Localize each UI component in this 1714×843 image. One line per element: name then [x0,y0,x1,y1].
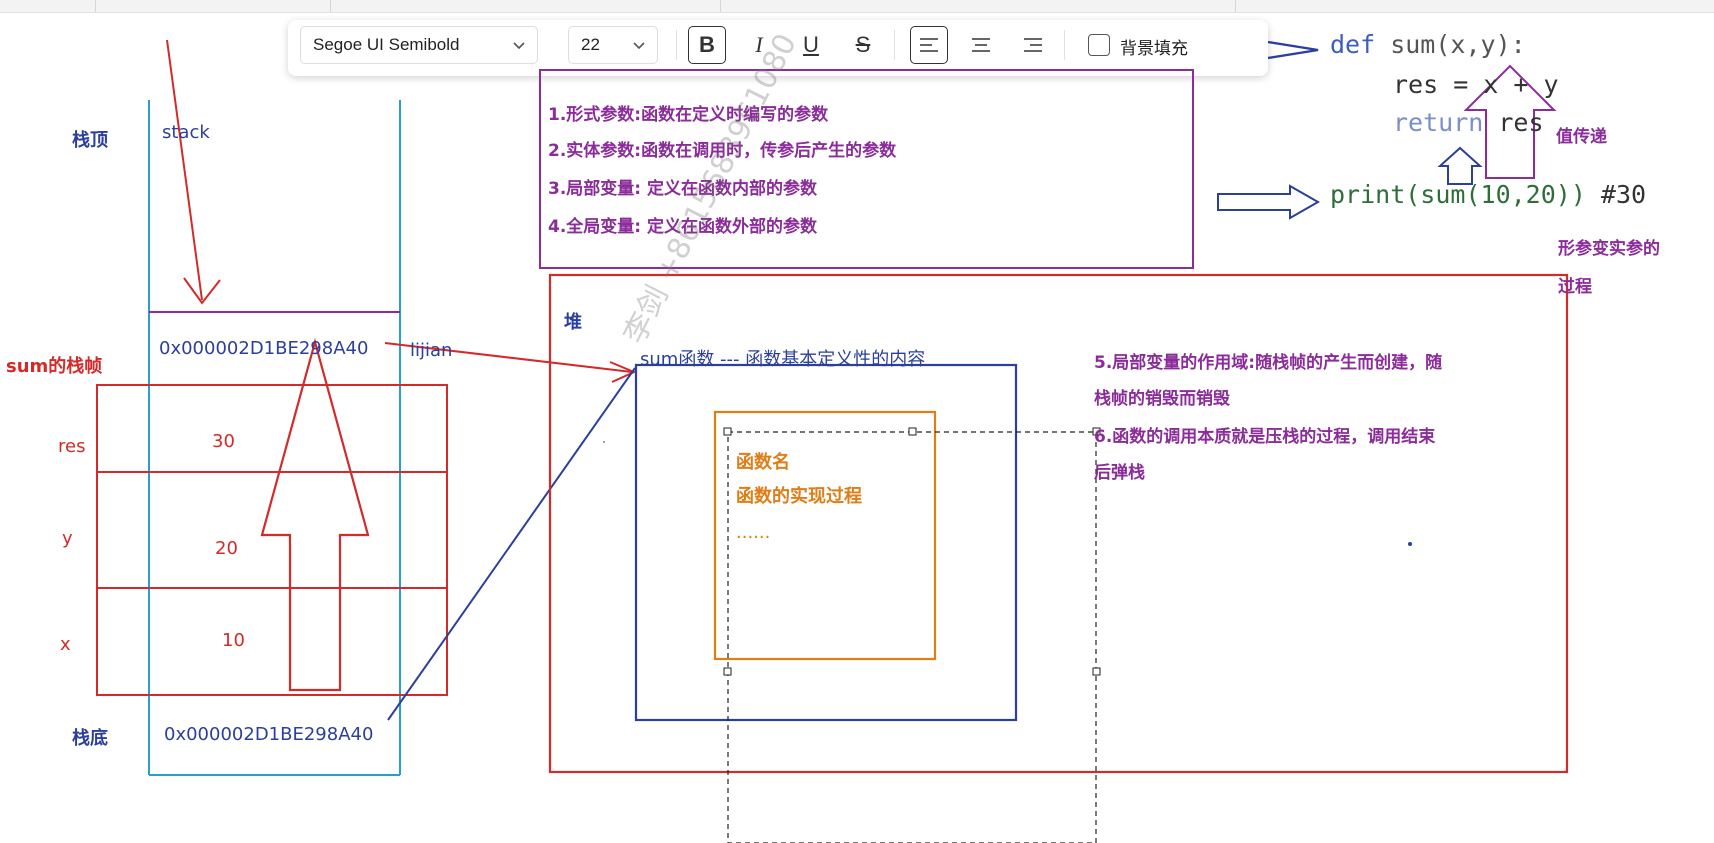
row-value-res: 30 [212,431,235,452]
code-line-print: print(sum(10,20)) #30 [1330,180,1646,209]
row-name-res: res [58,436,86,457]
stack-bottom-address: 0x000002D1BE298A40 [164,724,374,745]
param-process-label-2: 过程 [1558,277,1592,297]
bottom-address-link [387,367,636,721]
code-line-def: def sum(x,y): [1330,30,1526,59]
param-process-label-1: 形参变实参的 [1558,239,1660,259]
stack-frame-label: sum的栈帧 [6,356,103,377]
function-box [634,363,1018,722]
function-ellipsis: ...... [736,522,771,543]
note-scope-line1: 5.局部变量的作用域:随栈帧的产生而创建，随 [1094,353,1443,373]
def-signature: sum(x,y): [1375,30,1526,59]
row-name-y: y [62,528,73,549]
lijian-label: lijian [410,340,453,361]
code-line-return: return res [1393,108,1544,137]
print-comment: #30 [1585,180,1647,209]
stack-bottom-label: 栈底 [72,728,108,749]
def-keyword: def [1330,30,1376,59]
note-scope-line2: 栈帧的销毁而销毁 [1094,389,1230,409]
note-call-line1: 6.函数的调用本质就是压栈的过程，调用结束 [1094,427,1436,447]
pointer-arrow-line [166,39,203,301]
row-name-x: x [60,634,71,655]
return-keyword: return [1393,108,1484,137]
def-pointer-arrow [1267,40,1319,60]
print-call: print(sum(10,20)) [1330,180,1586,209]
heap-label: 堆 [564,312,582,333]
stack-top-address: 0x000002D1BE298A40 [159,338,369,359]
print-pointer-arrow [1217,184,1321,220]
note-formal-params: 1.形式参数:函数在定义时编写的参数 [548,105,829,125]
push-up-arrow [260,337,370,692]
row-value-y: 20 [215,538,238,559]
function-impl-label: 函数的实现过程 [736,486,862,507]
note-call-line2: 后弹栈 [1094,463,1145,483]
stack-top-label: 栈顶 [72,130,108,151]
stack-title: stack [162,122,210,143]
code-line-res: res = x + y [1393,70,1559,99]
row-value-x: 10 [222,630,245,651]
sum-function-label: sum函数 --- 函数基本定义性的内容 [640,349,926,370]
function-name-label: 函数名 [736,452,790,473]
return-up-arrow [1437,146,1483,185]
value-pass-label: 值传递 [1556,127,1607,147]
return-value: res [1483,108,1544,137]
